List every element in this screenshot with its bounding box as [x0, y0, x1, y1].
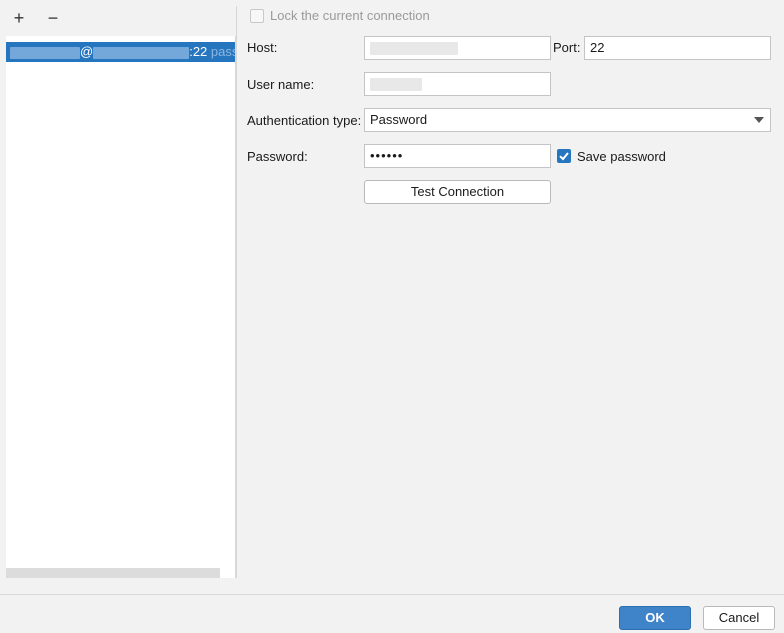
- cancel-button[interactable]: Cancel: [703, 606, 775, 630]
- footer-divider: [0, 594, 784, 595]
- host-field[interactable]: [364, 36, 551, 60]
- save-password-checkbox[interactable]: [557, 149, 571, 163]
- test-connection-button[interactable]: Test Connection: [364, 180, 551, 204]
- connection-at: @: [80, 44, 94, 59]
- host-label: Host:: [247, 40, 278, 55]
- port-field[interactable]: 22: [584, 36, 771, 60]
- connections-list[interactable]: @ :22 passwo: [6, 36, 236, 578]
- password-field[interactable]: ••••••: [364, 144, 551, 168]
- port-label: Port:: [553, 40, 581, 55]
- add-connection-button[interactable]: +: [6, 6, 32, 30]
- ok-button[interactable]: OK: [619, 606, 691, 630]
- connection-port: :22: [189, 44, 208, 59]
- auth-type-select[interactable]: Password: [364, 108, 771, 132]
- auth-type-label: Authentication type:: [247, 113, 362, 128]
- save-password-label: Save password: [577, 149, 666, 164]
- checkmark-icon: [559, 152, 569, 161]
- lock-connection-label: Lock the current connection: [270, 8, 430, 23]
- connections-toolbar: + −: [6, 6, 66, 30]
- lock-connection-checkbox: [250, 8, 264, 23]
- connection-form: Lock the current connection Host: Port: …: [237, 0, 784, 594]
- connections-panel: + − @ :22 passwo: [0, 0, 237, 594]
- username-label: User name:: [247, 77, 315, 92]
- lock-connection-row: Lock the current connection: [250, 8, 430, 23]
- password-label: Password:: [247, 149, 308, 164]
- connection-auth-hint: passwo: [210, 44, 235, 59]
- username-field[interactable]: [364, 72, 551, 96]
- auth-type-value: Password: [370, 112, 428, 127]
- horizontal-scrollbar[interactable]: [6, 568, 220, 578]
- connection-item-selected[interactable]: @ :22 passwo: [6, 42, 235, 62]
- remove-connection-button[interactable]: −: [40, 6, 66, 30]
- chevron-down-icon: [754, 117, 764, 123]
